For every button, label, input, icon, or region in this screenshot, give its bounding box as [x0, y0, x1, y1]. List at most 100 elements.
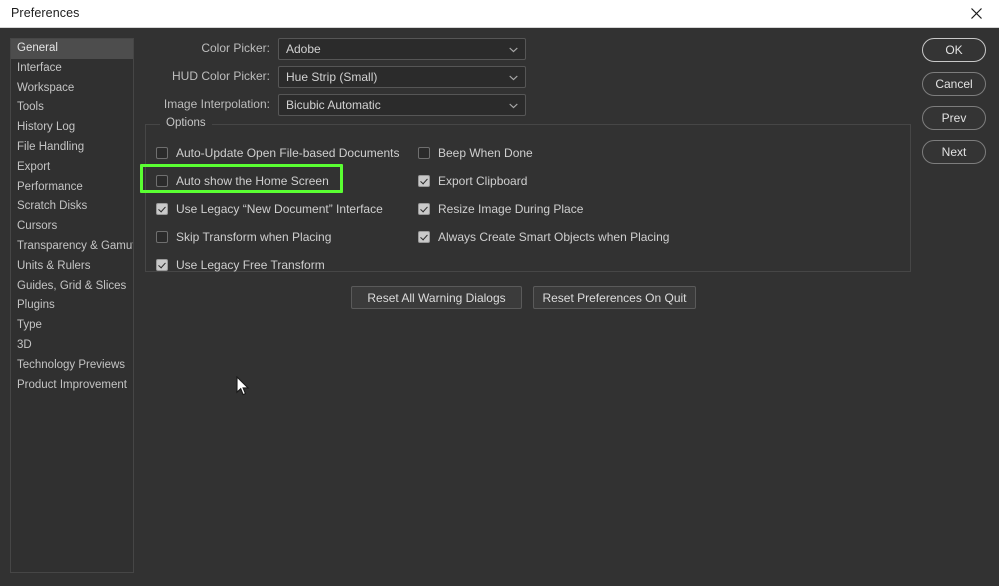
button-prev[interactable]: Prev — [922, 106, 986, 130]
sidebar-item-file-handling[interactable]: File Handling — [11, 138, 133, 158]
button-reset-all-warning-dialogs[interactable]: Reset All Warning Dialogs — [351, 286, 522, 309]
checkbox-auto-update-open-file-based-documents[interactable]: Auto-Update Open File-based Documents — [156, 145, 399, 161]
sidebar-item-plugins[interactable]: Plugins — [11, 296, 133, 316]
sidebar-item-label: Technology Previews — [17, 359, 125, 371]
checkbox-export-clipboard[interactable]: Export Clipboard — [418, 173, 527, 189]
checkbox-auto-show-the-home-screen[interactable]: Auto show the Home Screen — [156, 173, 329, 189]
dropdown-image-interpolation[interactable]: Bicubic Automatic — [278, 94, 526, 116]
checkbox-checked-icon[interactable] — [156, 203, 168, 215]
form-label: Color Picker: — [201, 41, 270, 55]
sidebar-item-label: Product Improvement — [17, 379, 127, 391]
checkbox-label: Auto-Update Open File-based Documents — [176, 146, 399, 160]
preferences-dialog: Preferences General Interface Workspace Too… — [0, 0, 999, 586]
button-next[interactable]: Next — [922, 140, 986, 164]
checkbox-checked-icon[interactable] — [418, 203, 430, 215]
checkbox-unchecked-icon[interactable] — [156, 147, 168, 159]
window-title: Preferences — [11, 6, 80, 20]
form-label: Image Interpolation: — [164, 97, 270, 111]
dialog-body: General Interface Workspace Tools History Lo… — [0, 28, 999, 586]
button-label: Next — [942, 145, 967, 159]
checkbox-label: Resize Image During Place — [438, 202, 583, 216]
sidebar-item-product-improvement[interactable]: Product Improvement — [11, 376, 133, 396]
sidebar-item-technology-previews[interactable]: Technology Previews — [11, 356, 133, 376]
chevron-down-icon — [509, 75, 518, 81]
checkbox-use-legacy-new-document-interface[interactable]: Use Legacy “New Document” Interface — [156, 201, 383, 217]
button-label: OK — [945, 43, 962, 57]
sidebar-item-performance[interactable]: Performance — [11, 178, 133, 198]
button-cancel[interactable]: Cancel — [922, 72, 986, 96]
button-label: Cancel — [935, 77, 972, 91]
checkbox-always-create-smart-objects-when-placing[interactable]: Always Create Smart Objects when Placing — [418, 229, 669, 245]
checkbox-label: Use Legacy “New Document” Interface — [176, 202, 383, 216]
checkbox-label: Skip Transform when Placing — [176, 230, 331, 244]
sidebar-item-label: Plugins — [17, 299, 55, 311]
form-label-box: Image Interpolation: — [145, 94, 270, 116]
checkbox-beep-when-done[interactable]: Beep When Done — [418, 145, 533, 161]
sidebar-item-label: File Handling — [17, 141, 84, 153]
sidebar-item-label: Units & Rulers — [17, 260, 91, 272]
mouse-pointer — [236, 376, 250, 397]
checkbox-checked-icon[interactable] — [418, 175, 430, 187]
checkbox-label: Auto show the Home Screen — [176, 174, 329, 188]
checkbox-resize-image-during-place[interactable]: Resize Image During Place — [418, 201, 583, 217]
checkbox-use-legacy-free-transform[interactable]: Use Legacy Free Transform — [156, 257, 325, 273]
sidebar-item-label: General — [17, 42, 58, 54]
sidebar-item-general[interactable]: General — [11, 39, 133, 59]
options-group: Options Auto-Update Open File-based Docu… — [145, 124, 911, 272]
sidebar-item-type[interactable]: Type — [11, 316, 133, 336]
checkbox-checked-icon[interactable] — [418, 231, 430, 243]
sidebar-item-label: Performance — [17, 181, 83, 193]
sidebar-item-label: Tools — [17, 101, 44, 113]
button-label: Reset Preferences On Quit — [542, 291, 686, 305]
sidebar-item-scratch-disks[interactable]: Scratch Disks — [11, 197, 133, 217]
checkbox-label: Export Clipboard — [438, 174, 527, 188]
sidebar-item-label: Scratch Disks — [17, 200, 87, 212]
button-ok[interactable]: OK — [922, 38, 986, 62]
category-list[interactable]: General Interface Workspace Tools History Lo… — [10, 38, 134, 573]
sidebar-item-history-log[interactable]: History Log — [11, 118, 133, 138]
sidebar-item-label: Workspace — [17, 82, 74, 94]
sidebar-item-label: Type — [17, 319, 42, 331]
button-reset-preferences-on-quit[interactable]: Reset Preferences On Quit — [533, 286, 696, 309]
sidebar-item-3d[interactable]: 3D — [11, 336, 133, 356]
dropdown-hud-color-picker[interactable]: Hue Strip (Small) — [278, 66, 526, 88]
checkbox-skip-transform-when-placing[interactable]: Skip Transform when Placing — [156, 229, 331, 245]
sidebar-item-tools[interactable]: Tools — [11, 98, 133, 118]
sidebar-item-workspace[interactable]: Workspace — [11, 79, 133, 99]
options-group-legend: Options — [160, 117, 212, 129]
checkbox-unchecked-icon[interactable] — [156, 175, 168, 187]
sidebar-item-interface[interactable]: Interface — [11, 59, 133, 79]
sidebar-item-label: Export — [17, 161, 50, 173]
sidebar-item-label: Guides, Grid & Slices — [17, 280, 126, 292]
dropdown-value: Hue Strip (Small) — [286, 70, 377, 84]
sidebar-item-label: Transparency & Gamut — [17, 240, 134, 252]
sidebar-item-label: Interface — [17, 62, 62, 74]
checkbox-unchecked-icon[interactable] — [418, 147, 430, 159]
sidebar-item-label: Cursors — [17, 220, 57, 232]
sidebar-item-transparency-gamut[interactable]: Transparency & Gamut — [11, 237, 133, 257]
titlebar: Preferences — [0, 0, 999, 28]
form-label: HUD Color Picker: — [172, 69, 270, 83]
checkbox-label: Beep When Done — [438, 146, 533, 160]
checkbox-unchecked-icon[interactable] — [156, 231, 168, 243]
sidebar-item-label: 3D — [17, 339, 32, 351]
form-label-box: HUD Color Picker: — [145, 66, 270, 88]
form-row: HUD Color Picker: Hue Strip (Small) — [145, 66, 520, 88]
form-label-box: Color Picker: — [145, 38, 270, 60]
checkbox-label: Use Legacy Free Transform — [176, 258, 325, 272]
dropdown-value: Bicubic Automatic — [286, 98, 381, 112]
sidebar-item-cursors[interactable]: Cursors — [11, 217, 133, 237]
checkbox-checked-icon[interactable] — [156, 259, 168, 271]
sidebar-item-units-rulers[interactable]: Units & Rulers — [11, 257, 133, 277]
sidebar-item-label: History Log — [17, 121, 75, 133]
dropdown-value: Adobe — [286, 42, 321, 56]
button-label: Prev — [942, 111, 967, 125]
chevron-down-icon — [509, 103, 518, 109]
form-row: Image Interpolation: Bicubic Automatic — [145, 94, 520, 116]
sidebar-item-guides-grid-slices[interactable]: Guides, Grid & Slices — [11, 277, 133, 297]
close-icon[interactable] — [954, 0, 999, 27]
button-label: Reset All Warning Dialogs — [367, 291, 505, 305]
dropdown-color-picker[interactable]: Adobe — [278, 38, 526, 60]
chevron-down-icon — [509, 47, 518, 53]
sidebar-item-export[interactable]: Export — [11, 158, 133, 178]
